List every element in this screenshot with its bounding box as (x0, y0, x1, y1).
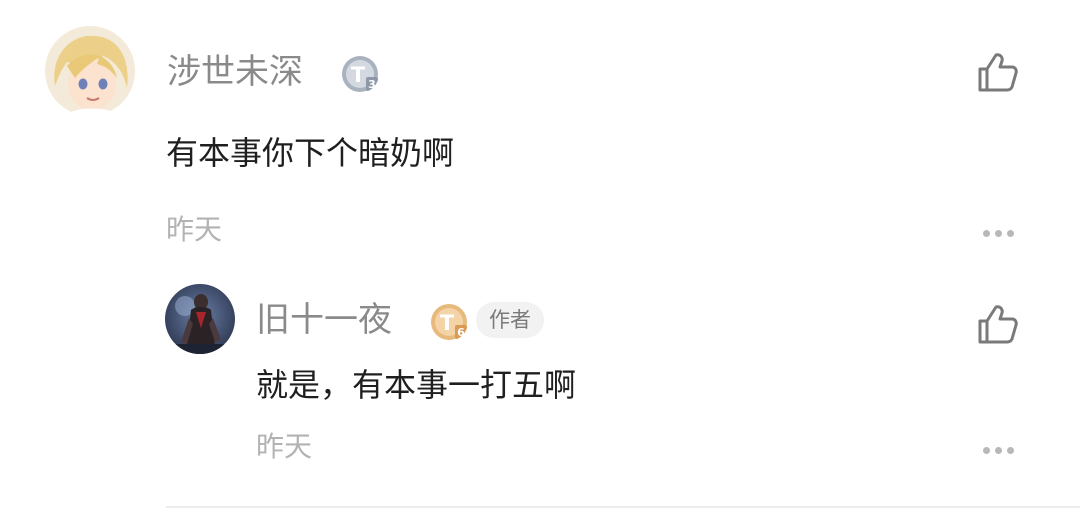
svg-text:3: 3 (368, 78, 376, 91)
level-badge: T 3 (341, 55, 379, 93)
svg-text:6: 6 (457, 326, 465, 339)
level-badge-icon: T 6 (431, 304, 467, 340)
reply-more-button[interactable] (976, 439, 1020, 455)
reply-avatar[interactable] (165, 284, 235, 354)
comment-username[interactable]: 涉世未深 (167, 55, 303, 89)
reply-time: 昨天 (256, 430, 313, 463)
comment-text: 有本事你下个暗奶啊 (166, 134, 455, 172)
author-tag: 作者 (476, 302, 544, 338)
level-badge: T 6 (430, 303, 468, 341)
reply-like-button[interactable] (976, 302, 1020, 346)
more-button[interactable] (976, 222, 1020, 238)
divider (166, 506, 1080, 508)
level-badge-icon: T 3 (342, 56, 378, 92)
more-dots-icon (980, 222, 1016, 241)
comment-time: 昨天 (166, 213, 223, 246)
more-dots-icon (980, 439, 1016, 458)
avatar[interactable] (45, 26, 135, 116)
reply-username[interactable]: 旧十一夜 (256, 303, 392, 337)
svg-text:T: T (440, 311, 455, 335)
like-button[interactable] (976, 50, 1020, 94)
thumbs-up-icon (978, 305, 1018, 344)
thumbs-up-icon (978, 53, 1018, 92)
reply-text: 就是，有本事一打五啊 (256, 366, 577, 404)
svg-text:T: T (351, 63, 366, 87)
